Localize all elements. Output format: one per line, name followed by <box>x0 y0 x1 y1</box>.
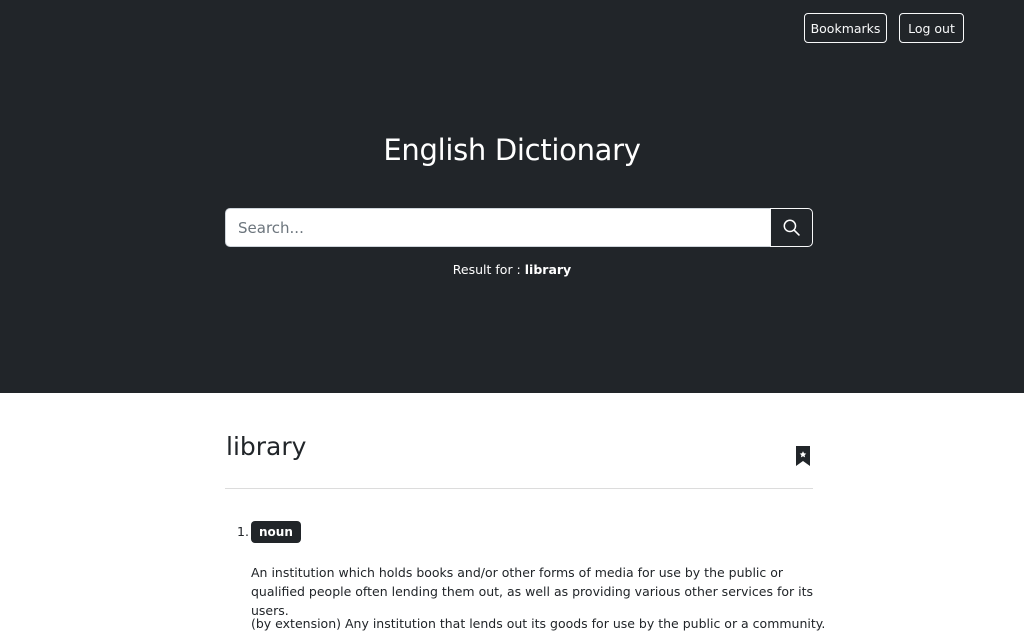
logout-button[interactable]: Log out <box>899 13 964 43</box>
page-title: English Dictionary <box>383 133 641 167</box>
search-bar <box>225 208 813 247</box>
bookmark-icon[interactable] <box>795 446 811 466</box>
entry-word: library <box>226 432 307 461</box>
definition-text: An institution which holds books and/or … <box>251 565 813 618</box>
search-input[interactable] <box>225 208 770 247</box>
search-button[interactable] <box>770 208 813 247</box>
result-prefix: Result for : <box>452 262 521 277</box>
result-word: library <box>524 262 572 277</box>
search-icon <box>783 219 800 236</box>
meaning-number: 1. <box>237 524 249 539</box>
hero-header: Bookmarks Log out English Dictionary Res… <box>0 0 1024 393</box>
bookmarks-button[interactable]: Bookmarks <box>804 13 887 43</box>
part-of-speech-badge: noun <box>251 521 301 543</box>
divider <box>225 488 813 489</box>
result-info: Result for : library <box>0 262 1024 277</box>
definition-text: (by extension) Any institution that lend… <box>251 616 826 631</box>
